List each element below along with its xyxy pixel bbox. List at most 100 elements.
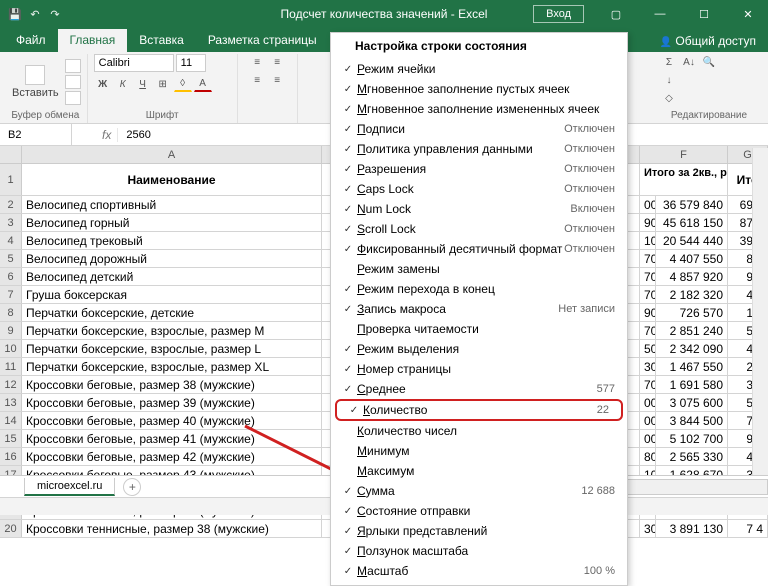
clear-icon[interactable]: ◇ [660,90,678,106]
share-button[interactable]: Общий доступ [660,34,756,48]
context-menu-item[interactable]: Режим замены [331,259,627,279]
cell[interactable]: Кроссовки беговые, размер 40 (мужские) [22,412,322,429]
bold-icon[interactable]: Ж [94,76,112,92]
underline-icon[interactable]: Ч [134,76,152,92]
cell[interactable]: 3 844 500 [656,412,728,429]
autosum-icon[interactable]: Σ [660,54,678,70]
ribbon-options-icon[interactable]: ▢ [596,0,636,28]
row-header[interactable]: 6 [0,268,22,285]
cell[interactable]: 70 [640,322,656,339]
cell[interactable]: 2 182 320 [656,286,728,303]
font-color-icon[interactable]: A [194,76,212,92]
cell[interactable]: 4 407 550 [656,250,728,267]
context-menu-item[interactable]: ✓ Фиксированный десятичный формат Отключ… [331,239,627,259]
cell[interactable]: 7 4 [728,520,768,537]
sheet-tab[interactable]: microexcel.ru [24,478,115,496]
cell[interactable]: 00 [640,412,656,429]
cell[interactable]: 10 [640,232,656,249]
row-header[interactable]: 15 [0,430,22,447]
context-menu-item[interactable]: ✓ Режим перехода в конец [331,279,627,299]
select-all-corner[interactable] [0,146,22,163]
minimize-icon[interactable]: — [640,0,680,28]
context-menu-item[interactable]: ✓ Политика управления данными Отключен [331,139,627,159]
context-menu-item[interactable]: ✓ Масштаб 100 % [331,561,627,581]
context-menu-item[interactable]: ✓ Состояние отправки [331,501,627,521]
header-cell[interactable]: Итого за 2кв., руб. [640,164,728,195]
cell[interactable]: Перчатки боксерские, взрослые, размер M [22,322,322,339]
paste-button[interactable]: Вставить [10,63,61,101]
cell[interactable]: 80 [640,448,656,465]
fill-color-icon[interactable]: ◊ [174,76,192,92]
row-header[interactable]: 9 [0,322,22,339]
cell[interactable]: Кроссовки теннисные, размер 38 (мужские) [22,520,322,537]
close-icon[interactable]: ✕ [728,0,768,28]
cell[interactable]: 5 102 700 [656,430,728,447]
cell[interactable]: 90 [640,304,656,321]
row-header[interactable]: 8 [0,304,22,321]
context-menu-item[interactable]: ✓ Режим ячейки [331,59,627,79]
align-center-icon[interactable]: ≡ [268,72,286,88]
cell[interactable]: 1 467 550 [656,358,728,375]
cell[interactable]: 30 [640,520,656,537]
cell[interactable]: 90 [640,214,656,231]
context-menu-item[interactable]: ✓ Ползунок масштаба [331,541,627,561]
find-icon[interactable]: 🔍 [700,54,718,70]
row-header[interactable]: 14 [0,412,22,429]
redo-icon[interactable]: ↷ [46,5,64,23]
italic-icon[interactable]: К [114,76,132,92]
row-header[interactable]: 11 [0,358,22,375]
context-menu-item[interactable]: ✓ Сумма 12 688 [331,481,627,501]
cell[interactable]: 3 891 130 [656,520,728,537]
col-header-a[interactable]: A [22,146,322,163]
login-button[interactable]: Вход [533,5,584,23]
context-menu-item[interactable]: ✓ Номер страницы [331,359,627,379]
row-header[interactable]: 2 [0,196,22,213]
row-header[interactable]: 1 [0,164,22,195]
context-menu-item[interactable]: ✓ Мгновенное заполнение измененных ячеек [331,99,627,119]
context-menu-item[interactable]: ✓ Мгновенное заполнение пустых ячеек [331,79,627,99]
header-cell[interactable]: Наименование [22,164,322,195]
cell[interactable]: Велосипед детский [22,268,322,285]
cell[interactable]: Кроссовки беговые, размер 41 (мужские) [22,430,322,447]
cell[interactable]: Перчатки боксерские, взрослые, размер L [22,340,322,357]
context-menu-item[interactable]: ✓ Режим выделения [331,339,627,359]
cell[interactable]: 3 075 600 [656,394,728,411]
cell[interactable]: Перчатки боксерские, взрослые, размер XL [22,358,322,375]
cell[interactable]: 70 [640,250,656,267]
border-icon[interactable]: ⊞ [154,76,172,92]
sort-icon[interactable]: A↓ [680,54,698,70]
context-menu-item[interactable]: ✓ Разрешения Отключен [331,159,627,179]
context-menu-item[interactable]: Минимум [331,441,627,461]
align-left-icon[interactable]: ≡ [248,72,266,88]
cell[interactable]: 70 [640,268,656,285]
cell[interactable]: 2 851 240 [656,322,728,339]
cell[interactable]: Перчатки боксерские, детские [22,304,322,321]
context-menu-item[interactable]: ✓ Количество 22 [335,399,623,421]
row-header[interactable]: 12 [0,376,22,393]
cell[interactable]: 70 [640,286,656,303]
cell[interactable]: Велосипед спортивный [22,196,322,213]
tab-insert[interactable]: Вставка [127,29,196,52]
tab-page-layout[interactable]: Разметка страницы [196,29,329,52]
context-menu-item[interactable]: ✓ Num Lock Включен [331,199,627,219]
cell[interactable]: Велосипед дорожный [22,250,322,267]
cell[interactable]: 4 857 920 [656,268,728,285]
context-menu-item[interactable]: Количество чисел [331,421,627,441]
cell[interactable]: 36 579 840 [656,196,728,213]
col-header-f[interactable]: F [640,146,728,163]
context-menu-item[interactable]: ✓ Запись макроса Нет записи [331,299,627,319]
font-name-input[interactable] [94,54,174,72]
cell[interactable]: 70 [640,376,656,393]
context-menu-item[interactable]: ✓ Подписи Отключен [331,119,627,139]
context-menu-item[interactable]: ✓ Ярлыки представлений [331,521,627,541]
cell[interactable]: Кроссовки беговые, размер 38 (мужские) [22,376,322,393]
cut-icon[interactable] [65,59,81,73]
vertical-scrollbar[interactable] [752,148,768,475]
maximize-icon[interactable]: ☐ [684,0,724,28]
fx-icon[interactable]: fx [96,128,118,142]
cell[interactable]: 50 [640,340,656,357]
row-header[interactable]: 5 [0,250,22,267]
tab-home[interactable]: Главная [58,29,128,52]
cell[interactable]: 726 570 [656,304,728,321]
context-menu-item[interactable]: ✓ Caps Lock Отключен [331,179,627,199]
